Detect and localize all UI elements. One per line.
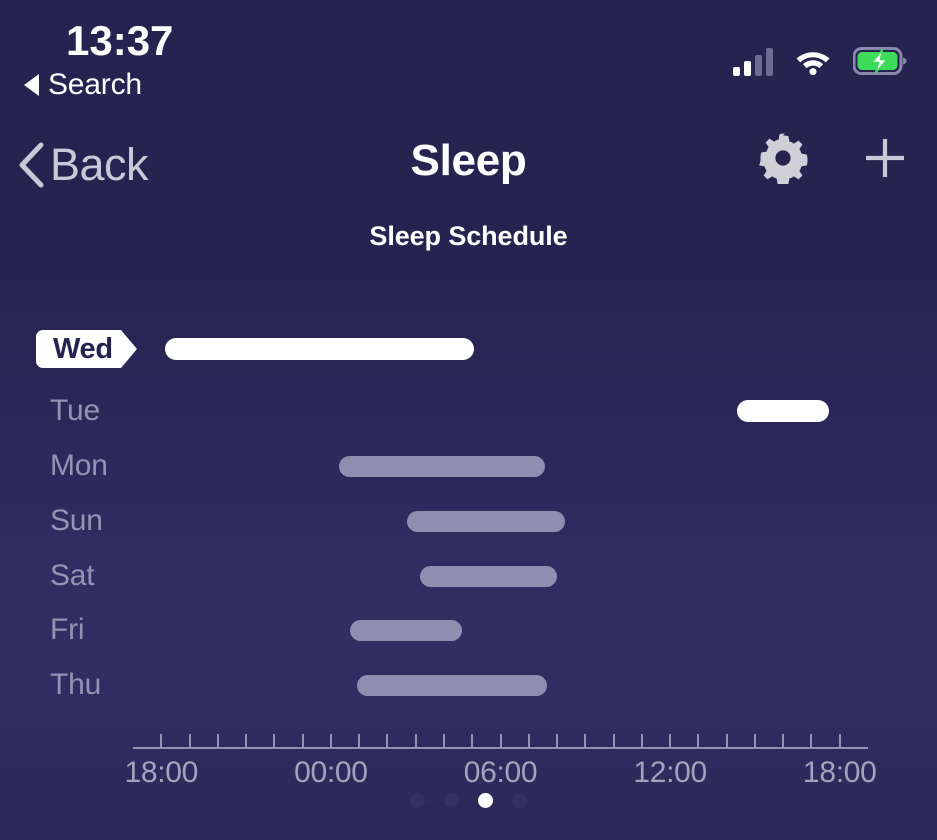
axis-tick [669,734,671,747]
settings-button[interactable] [757,132,809,184]
axis-tick [697,734,699,747]
axis-tick [415,734,417,747]
sleep-bar-wed[interactable] [165,338,474,360]
navigation-actions [757,132,909,184]
sleep-bar-sat[interactable] [420,566,557,587]
sleep-bar-fri[interactable] [350,620,462,641]
sleep-schedule-screen: 13:37 Search [0,0,937,840]
add-schedule-button[interactable] [861,134,909,182]
axis-tick [245,734,247,747]
chart-row-mon[interactable]: Mon [0,439,937,493]
navigation-bar: Back Sleep [0,122,937,212]
page-dot[interactable] [478,793,493,808]
day-label-fri: Fri [50,613,84,647]
sleep-bar-mon[interactable] [339,456,545,477]
axis-tick [584,734,586,747]
chart-row-wed[interactable]: Wed [0,330,937,384]
axis-tick-label: 00:00 [294,756,368,790]
axis-baseline [133,747,868,749]
axis-tick-label: 06:00 [464,756,538,790]
axis-tick [500,734,502,747]
status-bar: 13:37 Search [0,0,937,118]
status-bar-indicators [733,36,907,76]
sleep-schedule-chart: Wed Tue Mon Sun Sat Fri [0,330,937,720]
day-flag-wed: Wed [36,330,137,368]
axis-tick [160,734,162,747]
axis-tick [358,734,360,747]
axis-tick [330,734,332,747]
axis-tick [726,734,728,747]
triangle-left-icon [24,74,39,96]
day-label-sat: Sat [50,559,94,593]
status-bar-clock: 13:37 [66,17,173,65]
chart-row-thu[interactable]: Thu [0,658,937,712]
time-axis: 18:00 00:00 06:00 12:00 18:00 [0,726,937,796]
axis-tick [839,734,841,747]
section-subtitle: Sleep Schedule [0,221,937,252]
chart-row-sun[interactable]: Sun [0,494,937,548]
axis-tick [217,734,219,747]
axis-tick [386,734,388,747]
return-to-search-button[interactable]: Search [24,68,142,102]
page-indicator[interactable] [0,793,937,808]
axis-tick-label: 18:00 [124,756,198,790]
day-label-tue: Tue [50,394,100,428]
battery-charging-icon [853,46,907,76]
page-dot[interactable] [410,793,425,808]
plus-icon [861,134,909,182]
cellular-signal-icon [733,48,773,76]
axis-tick-label: 18:00 [803,756,877,790]
axis-tick [443,734,445,747]
return-to-search-label: Search [48,68,142,102]
day-flag-pointer-icon [121,330,137,368]
axis-tick [613,734,615,747]
chart-row-fri[interactable]: Fri [0,603,937,657]
wifi-icon [794,46,832,76]
axis-tick [528,734,530,747]
axis-tick [273,734,275,747]
axis-tick [754,734,756,747]
axis-tick [782,734,784,747]
axis-tick-label: 12:00 [633,756,707,790]
chart-row-tue[interactable]: Tue [0,384,937,438]
day-label-mon: Mon [50,449,108,483]
day-label-sun: Sun [50,504,103,538]
day-label-thu: Thu [50,668,101,702]
sleep-bar-sun[interactable] [407,511,565,532]
page-dot[interactable] [512,793,527,808]
axis-tick [189,734,191,747]
sleep-bar-thu[interactable] [357,675,547,696]
sleep-bar-tue[interactable] [737,400,829,422]
axis-tick [471,734,473,747]
axis-tick [641,734,643,747]
axis-tick [810,734,812,747]
axis-tick [302,734,304,747]
axis-tick [556,734,558,747]
day-flag-label: Wed [36,330,121,368]
page-dot[interactable] [444,793,459,808]
chart-row-sat[interactable]: Sat [0,549,937,603]
gear-icon [757,132,809,184]
